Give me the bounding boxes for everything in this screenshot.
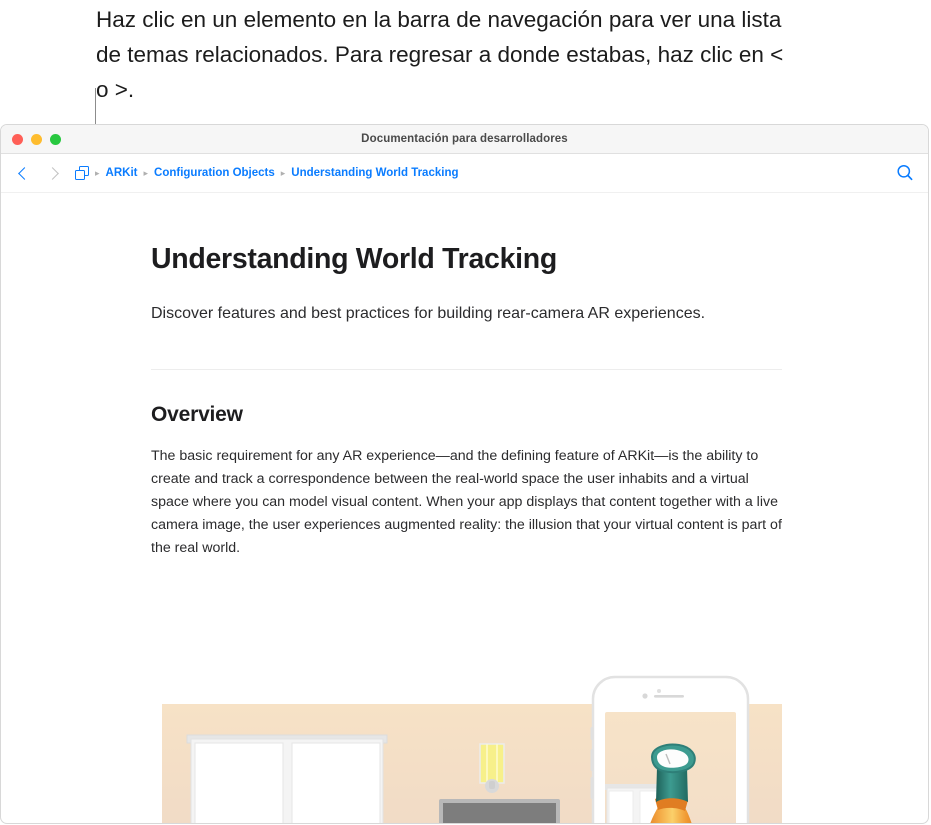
breadcrumb-separator: ▸ <box>95 167 100 178</box>
illustration-svg <box>162 675 782 823</box>
callout-text: Haz clic en un elemento en la barra de n… <box>96 7 790 102</box>
television <box>439 799 560 823</box>
page-abstract: Discover features and best practices for… <box>151 305 706 322</box>
document-content: Understanding World Tracking Discover fe… <box>1 243 928 823</box>
room-window <box>186 734 388 823</box>
content-divider <box>151 369 782 370</box>
breadcrumb-item-understanding-world-tracking[interactable]: Understanding World Tracking <box>291 167 458 179</box>
navigation-arrows <box>13 161 63 185</box>
search-button[interactable] <box>894 162 916 184</box>
page-title: Understanding World Tracking <box>151 243 557 275</box>
chevron-right-icon <box>45 166 59 180</box>
minimize-button[interactable] <box>31 134 42 145</box>
iphone-device <box>590 675 750 823</box>
traffic-light-group <box>12 134 61 145</box>
forward-button[interactable] <box>41 161 63 185</box>
toolbar: ▸ ARKit ▸ Configuration Objects ▸ Unders… <box>1 154 928 193</box>
ar-living-room-illustration <box>151 671 782 823</box>
overview-body-text: The basic requirement for any AR experie… <box>151 448 782 556</box>
breadcrumb-separator: ▸ <box>143 167 149 178</box>
chevron-left-icon <box>17 166 31 180</box>
window-title: Documentación para desarrolladores <box>361 133 568 145</box>
search-icon <box>897 164 913 181</box>
breadcrumb-item-arkit[interactable]: ARKit <box>106 167 138 179</box>
section-heading-overview: Overview <box>151 403 243 426</box>
window-titlebar: Documentación para desarrolladores <box>1 125 928 154</box>
zoom-button[interactable] <box>50 134 61 145</box>
app-window: Documentación para desarrolladores ▸ ARK… <box>0 124 929 824</box>
breadcrumb-item-configuration-objects[interactable]: Configuration Objects <box>154 167 275 179</box>
documents-icon[interactable] <box>75 166 89 180</box>
close-button[interactable] <box>12 134 23 145</box>
breadcrumb-separator: ▸ <box>280 167 286 178</box>
back-button[interactable] <box>13 161 35 185</box>
breadcrumb: ▸ ARKit ▸ Configuration Objects ▸ Unders… <box>75 166 459 180</box>
